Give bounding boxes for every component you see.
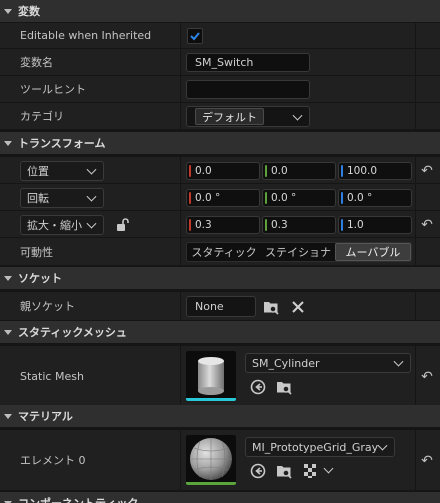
category-combobox[interactable]: デフォルト (186, 106, 310, 127)
section-header-static-mesh[interactable]: スタティックメッシュ (0, 321, 440, 343)
property-label: Editable when Inherited (20, 29, 152, 42)
section-title: ソケット (18, 272, 62, 285)
collapse-arrow-icon[interactable] (4, 413, 12, 419)
clear-x-icon[interactable] (290, 299, 306, 315)
static-mesh-asset-dropdown[interactable]: SM_Cylinder (245, 353, 411, 373)
tooltip-input[interactable] (186, 80, 310, 99)
checkmark-icon (190, 32, 200, 41)
property-label: カテゴリ (20, 110, 64, 123)
section-title: コンポーネントティック (18, 495, 138, 503)
chevron-down-icon (393, 356, 404, 367)
rotation-mode-dropdown[interactable]: 回転 (20, 188, 104, 208)
section-title: マテリアル (18, 410, 73, 423)
rotation-y-field[interactable]: 0.0 ° (262, 189, 336, 207)
scale-mode-dropdown[interactable]: 拡大・縮小 (20, 215, 104, 235)
reset-material-icon[interactable]: ↶ (420, 454, 434, 468)
row-tooltip: ツールヒント (0, 75, 440, 102)
parent-socket-field[interactable]: None (186, 296, 256, 317)
property-label: Static Mesh (20, 369, 84, 383)
section-header-transform[interactable]: トランスフォーム (0, 132, 440, 154)
scale-z-field[interactable]: 1.0 (338, 216, 412, 234)
editable-checkbox[interactable] (187, 28, 203, 44)
rotation-x-field[interactable]: 0.0 ° (186, 189, 260, 207)
property-label: 親ソケット (20, 300, 75, 313)
chevron-down-icon (86, 191, 97, 202)
section-title: トランスフォーム (18, 137, 106, 150)
location-x-field[interactable]: 0.0 (186, 162, 260, 180)
material-thumbnail[interactable] (186, 435, 236, 485)
dropdown-label: 位置 (27, 165, 49, 178)
property-label: ツールヒント (20, 83, 86, 96)
cylinder-preview-icon (198, 357, 224, 395)
category-value: デフォルト (195, 108, 264, 125)
mobility-segmented-control: スタティック ステイショナ ムーバブル (186, 242, 412, 262)
section-title: スタティックメッシュ (18, 326, 127, 339)
row-static-mesh: Static Mesh SM_Cylinder ↶ (0, 345, 440, 406)
row-editable-when-inherited: Editable when Inherited (0, 22, 440, 48)
asset-name: SM_Cylinder (252, 356, 320, 370)
collapse-arrow-icon[interactable] (4, 8, 12, 14)
browse-socket-icon[interactable] (263, 299, 279, 315)
row-rotation: 回転 0.0 ° 0.0 ° 0.0 ° (0, 183, 440, 210)
section-header-socket[interactable]: ソケット (0, 267, 440, 289)
collapse-arrow-icon[interactable] (4, 329, 12, 335)
chevron-down-icon (86, 164, 97, 175)
location-mode-dropdown[interactable]: 位置 (20, 161, 104, 181)
use-selected-asset-icon[interactable] (250, 379, 266, 395)
section-header-component-tick[interactable]: コンポーネントティック (0, 492, 440, 503)
mobility-option-static[interactable]: スタティック (187, 243, 261, 261)
row-variable-name: 変数名 SM_Switch (0, 48, 440, 75)
use-selected-asset-icon[interactable] (250, 463, 266, 479)
section-header-variables[interactable]: 変数 (0, 0, 440, 22)
location-z-field[interactable]: 100.0 (338, 162, 412, 180)
sphere-preview-icon (190, 438, 232, 480)
row-material-element-0: エレメント 0 MI_PrototypeGrid_Gray ↶ (0, 429, 440, 490)
dropdown-label: 拡大・縮小 (27, 219, 82, 232)
row-scale: 拡大・縮小 0.3 0.3 1.0 ↶ (0, 210, 440, 237)
mobility-option-movable[interactable]: ムーバブル (335, 243, 411, 261)
section-header-material[interactable]: マテリアル (0, 405, 440, 427)
row-location: 位置 0.0 0.0 100.0 ↶ (0, 156, 440, 183)
section-title: 変数 (18, 5, 40, 18)
material-asset-dropdown[interactable]: MI_PrototypeGrid_Gray (245, 437, 395, 457)
collapse-arrow-icon[interactable] (4, 275, 12, 281)
variable-name-input[interactable]: SM_Switch (186, 53, 310, 72)
property-label: 変数名 (20, 56, 53, 69)
mobility-option-stationary[interactable]: ステイショナ (261, 243, 335, 261)
scale-x-field[interactable]: 0.3 (186, 216, 260, 234)
chevron-down-icon[interactable] (323, 463, 334, 474)
location-y-field[interactable]: 0.0 (262, 162, 336, 180)
property-label: 可動性 (20, 245, 53, 259)
row-parent-socket: 親ソケット None (0, 291, 440, 320)
asset-name: MI_PrototypeGrid_Gray (252, 440, 379, 454)
row-mobility: 可動性 スタティック ステイショナ ムーバブル (0, 237, 440, 265)
dropdown-label: 回転 (27, 192, 49, 205)
chevron-down-icon (377, 440, 388, 451)
collapse-arrow-icon[interactable] (4, 140, 12, 146)
row-category: カテゴリ デフォルト (0, 102, 440, 129)
static-mesh-thumbnail[interactable] (186, 351, 236, 401)
chevron-down-icon (292, 110, 303, 121)
browse-asset-icon[interactable] (276, 463, 292, 479)
browse-asset-icon[interactable] (276, 379, 292, 395)
reset-static-mesh-icon[interactable]: ↶ (420, 370, 434, 384)
rotation-z-field[interactable]: 0.0 ° (338, 189, 412, 207)
checker-texture-icon[interactable] (303, 463, 319, 479)
reset-location-icon[interactable]: ↶ (420, 164, 434, 178)
scale-y-field[interactable]: 0.3 (262, 216, 336, 234)
lock-open-icon[interactable] (114, 217, 130, 233)
property-label: エレメント 0 (20, 454, 86, 467)
reset-scale-icon[interactable]: ↶ (420, 218, 434, 232)
chevron-down-icon (86, 218, 97, 229)
